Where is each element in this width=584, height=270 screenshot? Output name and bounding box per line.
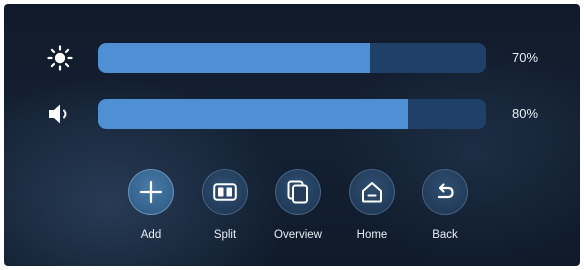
overview-stack-icon bbox=[287, 180, 308, 204]
add-control: Add bbox=[121, 169, 181, 249]
home-button[interactable] bbox=[349, 169, 395, 215]
volume-value: 80% bbox=[512, 106, 539, 121]
home-icon bbox=[362, 182, 382, 203]
brightness-row: 70% bbox=[4, 42, 580, 74]
add-button[interactable] bbox=[128, 169, 174, 215]
overview-control: Overview bbox=[268, 169, 328, 249]
back-arrow-icon bbox=[437, 183, 454, 199]
quick-control-panel: 70% 80% Add Split Overview Home Back bbox=[4, 4, 580, 266]
back-control: Back bbox=[415, 169, 475, 249]
brightness-value: 70% bbox=[512, 50, 539, 65]
add-label: Add bbox=[140, 229, 162, 241]
split-screen-icon bbox=[213, 183, 237, 201]
brightness-slider[interactable] bbox=[98, 43, 486, 73]
plus-icon bbox=[139, 180, 163, 204]
split-button[interactable] bbox=[202, 169, 248, 215]
overview-button[interactable] bbox=[275, 169, 321, 215]
overview-label: Overview bbox=[274, 229, 322, 241]
back-button[interactable] bbox=[422, 169, 468, 215]
home-label: Home bbox=[356, 229, 388, 241]
back-label: Back bbox=[432, 229, 458, 241]
split-label: Split bbox=[213, 229, 237, 241]
home-control: Home bbox=[342, 169, 402, 249]
split-control: Split bbox=[195, 169, 255, 249]
volume-slider[interactable] bbox=[98, 99, 486, 129]
speaker-volume-icon bbox=[44, 98, 76, 130]
volume-slider-fill bbox=[98, 99, 409, 129]
brightness-slider-fill bbox=[98, 43, 370, 73]
brightness-sun-icon bbox=[44, 42, 76, 74]
volume-row: 80% bbox=[4, 98, 580, 130]
